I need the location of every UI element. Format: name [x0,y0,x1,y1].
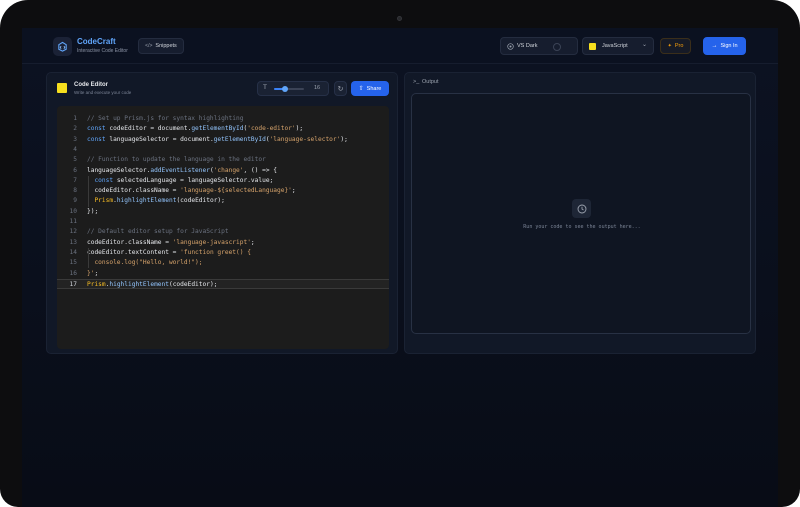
line-number: 5 [73,156,77,164]
font-size-control: T 16 [257,81,329,96]
code-line[interactable]: 7 const selectedLanguage = languageSelec… [57,176,389,186]
code-line[interactable]: 15 console.log("Hello, world!"); [57,258,389,268]
code-line[interactable]: 6 languageSelector.addEventListener('chan… [57,166,389,176]
terminal-icon: >_ [413,79,420,85]
code-text: }); [87,207,99,215]
code-line[interactable]: 4 [57,145,389,155]
code-text: }'; [87,269,99,277]
output-placeholder: Run your code to see the output here... [523,224,641,230]
reset-button[interactable]: ↻ [334,81,347,96]
code-text: // Set up Prism.js for syntax highlighti… [87,115,244,122]
code-text: const languageSelector = document.getEle… [87,135,348,143]
sparkle-icon: ✦ [667,43,672,49]
code-text: codeEditor.className = 'language-${selec… [87,187,296,195]
line-number: 8 [73,187,77,195]
output-area: Run your code to see the output here... [411,93,751,334]
code-text: const codeEditor = document.getElementBy… [87,125,304,133]
code-text: // Default editor setup for JavaScript [87,228,229,236]
code-line[interactable]: 12 // Default editor setup for JavaScript [57,227,389,237]
line-number: 6 [73,166,77,174]
editor-subtitle: Write and execute your code [74,90,132,95]
code-line[interactable]: 5 // Function to update the language in t… [57,155,389,165]
theme-label: VS Dark [517,43,538,49]
app-screen: CodeCraft Interactive Code Editor </> Sn… [22,28,778,507]
code-line[interactable]: 2 const codeEditor = document.getElementB… [57,124,389,134]
code-line[interactable]: 13 codeEditor.className = 'language-javas… [57,238,389,248]
code-line[interactable]: 11 [57,217,389,227]
line-number: 7 [73,176,77,184]
snippets-label: Snippets [155,43,177,49]
line-number: 10 [69,207,77,215]
brand-tagline: Interactive Code Editor [77,48,128,54]
sign-in-button[interactable]: → Sign In [703,37,746,55]
javascript-icon [589,42,596,50]
slider-handle[interactable] [281,86,288,92]
pro-button[interactable]: ✦ Pro [660,38,691,54]
palette-icon [507,42,514,50]
editor-title: Code Editor [74,82,108,88]
pro-label: Pro [674,43,684,49]
line-number: 11 [69,218,77,225]
code-line[interactable]: 9 Prism.highlightElement(codeEditor); [57,196,389,206]
theme-selector[interactable]: VS Dark [500,37,578,55]
sign-in-label: Sign In [720,43,738,49]
indent-guide [88,247,89,269]
code-text: Prism.highlightElement(codeEditor); [94,197,225,205]
line-number: 9 [73,197,77,205]
output-panel: >_ Output Run your code to see the outpu… [404,72,756,354]
code-editor-panel: Code Editor Write and execute your code … [46,72,398,354]
theme-toggle-icon[interactable] [553,43,561,51]
code-line[interactable]: 14 codeEditor.textContent = 'function gre… [57,248,389,258]
snippets-button[interactable]: </> Snippets [138,38,184,54]
code-text: Prism.highlightElement(codeEditor); [87,280,218,288]
line-number: 3 [73,135,77,143]
line-number: 13 [69,238,77,246]
clock-icon [572,199,591,218]
code-text: languageSelector.addEventListener('chang… [87,166,278,174]
font-size-slider[interactable] [274,86,304,92]
code-line[interactable]: 16 }'; [57,269,389,279]
line-number: 1 [73,115,77,122]
code-brackets-icon: </> [145,43,153,49]
javascript-file-icon [57,83,67,93]
code-text: // Function to update the language in th… [87,156,266,164]
line-number: 16 [69,269,77,277]
line-number: 17 [69,280,77,288]
share-label: Share [366,85,382,92]
code-line[interactable]: 3 const languageSelector = document.getEl… [57,135,389,145]
laptop-frame: CodeCraft Interactive Code Editor </> Sn… [0,0,800,507]
code-text: codeEditor.textContent = 'function greet… [87,248,251,256]
code-logo-icon [58,41,67,52]
code-line[interactable]: 8 codeEditor.className = 'language-${sel… [57,186,389,196]
language-label: JavaScript [602,43,628,49]
refresh-icon: ↻ [337,85,344,93]
code-text: codeEditor.className = 'language-javascr… [87,238,255,246]
line-number: 15 [69,259,77,267]
code-text: console.log("Hello, world!"); [87,259,203,267]
line-number: 14 [69,248,77,256]
brand-name: CodeCraft [77,37,116,46]
code-line[interactable]: 1 // Set up Prism.js for syntax highlight… [57,114,389,124]
share-icon: ⇧ [358,86,364,92]
line-number: 4 [73,145,77,153]
line-number: 2 [73,125,77,133]
logo [53,37,72,56]
code-line[interactable]: 10}); [57,207,389,217]
chevron-down-icon: ⌄ [641,42,647,48]
indent-guide [88,175,89,207]
share-button[interactable]: ⇧ Share [351,81,389,96]
font-size-value: 16 [314,85,321,91]
output-title: Output [422,79,439,85]
code-text: const selectedLanguage = languageSelecto… [94,176,274,184]
code-editor[interactable]: 1 // Set up Prism.js for syntax highlight… [57,106,389,349]
sign-in-icon: → [711,43,718,49]
top-navbar: CodeCraft Interactive Code Editor </> Sn… [22,28,778,64]
code-line[interactable]: 17 Prism.highlightElement(codeEditor); [57,278,389,290]
camera-icon [397,16,402,21]
line-number: 12 [69,228,77,236]
language-selector[interactable]: JavaScript ⌄ [582,37,654,55]
font-size-icon: T [263,84,267,91]
